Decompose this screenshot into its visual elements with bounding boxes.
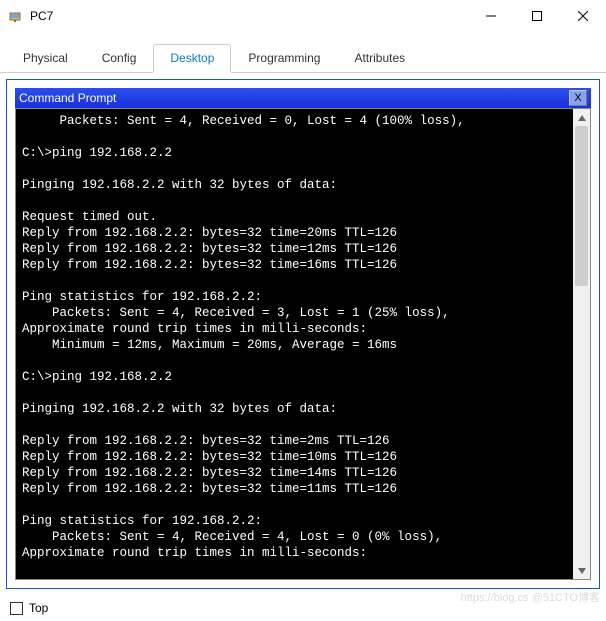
scroll-down-button[interactable] <box>573 562 590 579</box>
window-titlebar: PC7 <box>0 0 606 32</box>
command-prompt-title: Command Prompt <box>19 91 116 105</box>
tab-physical[interactable]: Physical <box>6 44 85 72</box>
scrollbar <box>573 109 590 579</box>
tab-label: Desktop <box>170 51 214 65</box>
window-controls <box>468 0 606 32</box>
scroll-thumb[interactable] <box>575 126 588 286</box>
command-prompt-titlebar: Command Prompt X <box>15 88 591 108</box>
tab-label: Attributes <box>354 51 405 65</box>
tabs-bar: Physical Config Desktop Programming Attr… <box>0 32 606 73</box>
top-checkbox[interactable] <box>10 602 23 615</box>
tab-attributes[interactable]: Attributes <box>337 44 422 72</box>
close-button[interactable] <box>560 0 606 32</box>
tab-programming[interactable]: Programming <box>231 44 337 72</box>
window-title: PC7 <box>30 9 53 23</box>
terminal-container: Packets: Sent = 4, Received = 0, Lost = … <box>15 108 591 580</box>
command-prompt-close-button[interactable]: X <box>569 90 587 106</box>
tab-config[interactable]: Config <box>85 44 154 72</box>
app-icon <box>8 8 24 24</box>
bottom-bar: Top <box>0 595 606 621</box>
scroll-up-button[interactable] <box>573 109 590 126</box>
tab-label: Programming <box>248 51 320 65</box>
tab-label: Config <box>102 51 137 65</box>
scroll-track[interactable] <box>573 126 590 562</box>
terminal-output[interactable]: Packets: Sent = 4, Received = 0, Lost = … <box>16 109 573 579</box>
minimize-button[interactable] <box>468 0 514 32</box>
top-label: Top <box>29 601 48 615</box>
maximize-button[interactable] <box>514 0 560 32</box>
tab-desktop[interactable]: Desktop <box>153 44 231 73</box>
content-frame: Command Prompt X Packets: Sent = 4, Rece… <box>6 79 600 589</box>
tab-label: Physical <box>23 51 68 65</box>
